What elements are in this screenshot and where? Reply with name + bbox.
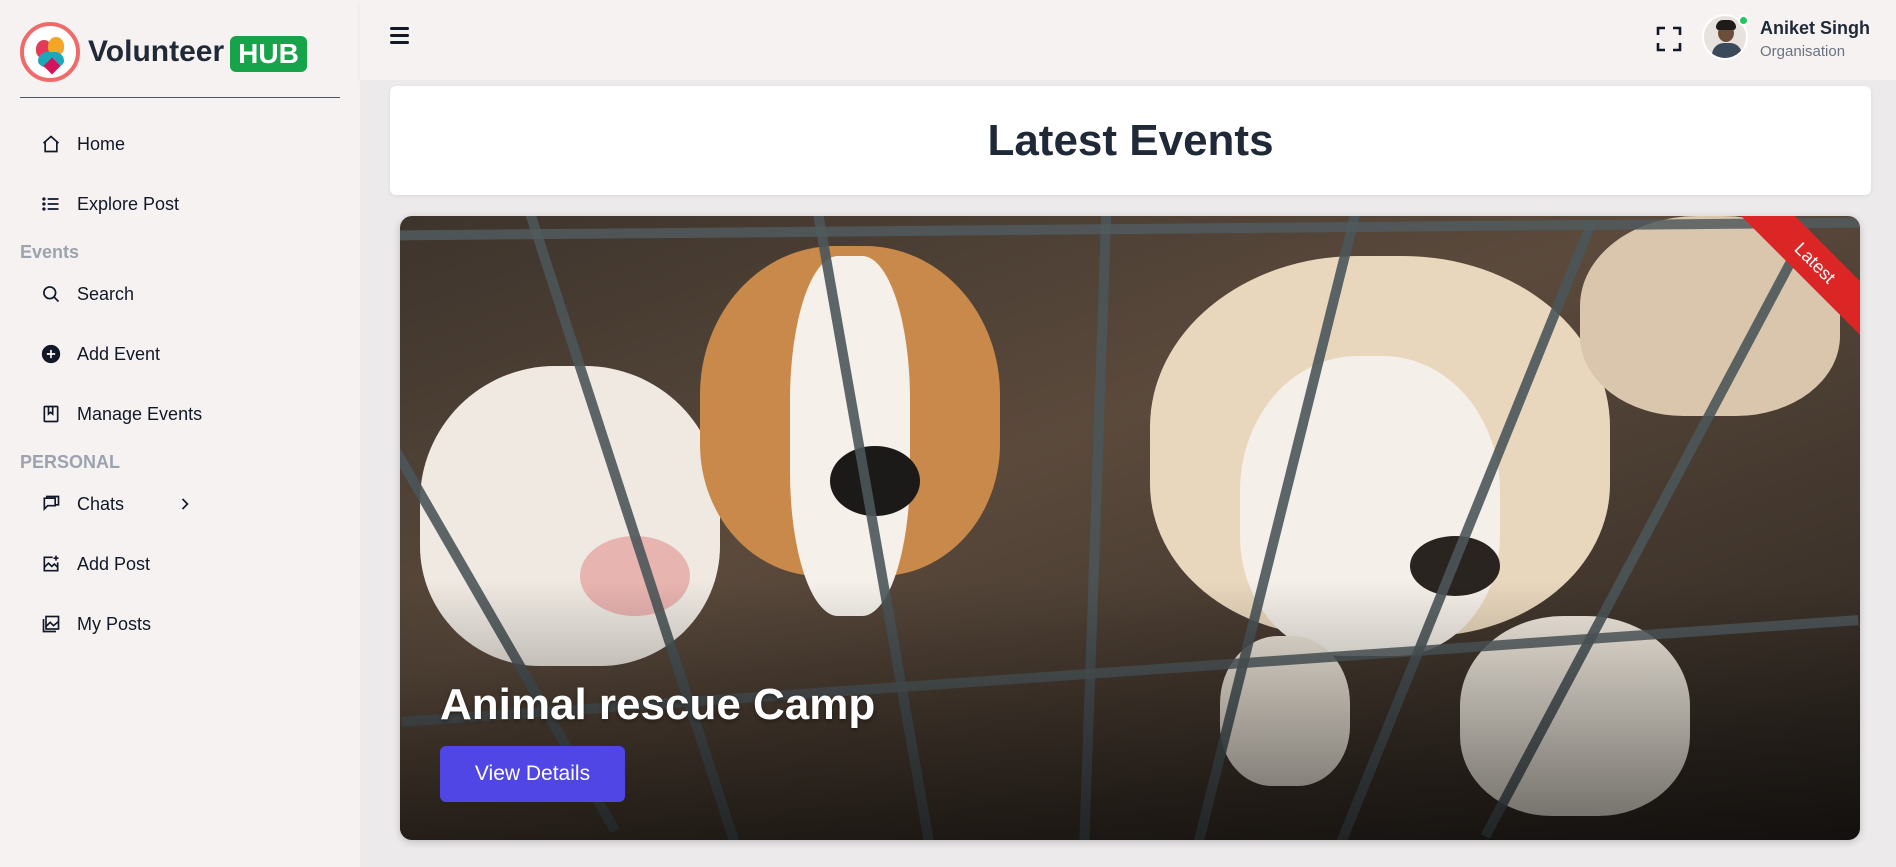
book-icon [40,403,62,425]
plus-circle-icon [40,343,62,365]
list-icon [40,193,62,215]
user-role: Organisation [1760,43,1846,60]
sidebar-item-manage-events[interactable]: Manage Events [40,403,202,425]
chat-icon [40,493,62,515]
online-status-dot [1738,15,1749,26]
ribbon-label: Latest [1741,216,1860,336]
main-content: Latest Events Latest Animal rescue Camp … [360,80,1896,867]
fullscreen-icon[interactable] [1656,26,1682,52]
sidebar-item-label: Add Post [77,553,151,574]
event-card[interactable]: Latest Animal rescue Camp View Details [400,216,1860,840]
sidebar-item-add-post[interactable]: Add Post [40,553,150,575]
images-icon [40,613,62,635]
latest-ribbon: Latest [1740,216,1860,336]
sidebar-item-label: Explore Post [77,193,180,214]
brand-name: Volunteer [88,35,225,68]
user-name[interactable]: Aniket Singh [1760,18,1870,39]
view-details-button[interactable]: View Details [440,746,625,802]
sidebar-item-label: Add Event [77,343,161,364]
sidebar-item-search[interactable]: Search [40,283,134,305]
topbar: Aniket Singh Organisation [360,0,1896,80]
title-card: Latest Events [390,86,1871,195]
sidebar-item-add-event[interactable]: Add Event [40,343,160,365]
brand[interactable]: Volunteer HUB [20,22,340,98]
sidebar-item-label: Home [77,133,126,154]
sidebar: Volunteer HUB Home Explore Post Events S… [0,0,360,867]
section-events: Events [20,242,80,262]
logo [20,22,80,82]
sidebar-item-chats[interactable]: Chats [40,493,211,515]
chevron-right-icon[interactable] [174,493,196,515]
search-icon [40,283,62,305]
sidebar-item-label: Search [77,283,135,304]
section-personal: PERSONAL [20,452,121,472]
sidebar-item-label: My Posts [77,613,152,634]
hamburger-menu-icon[interactable] [390,27,412,49]
sidebar-item-my-posts[interactable]: My Posts [40,613,151,635]
sidebar-item-label: Manage Events [77,403,203,424]
brand-badge: HUB [230,36,307,72]
page-title: Latest Events [987,115,1274,165]
sidebar-item-explore-post[interactable]: Explore Post [40,193,179,215]
event-title: Animal rescue Camp [440,680,876,729]
image-plus-icon [40,553,62,575]
sidebar-item-label: Chats [77,493,125,514]
sidebar-item-home[interactable]: Home [40,133,125,155]
home-icon [40,133,62,155]
